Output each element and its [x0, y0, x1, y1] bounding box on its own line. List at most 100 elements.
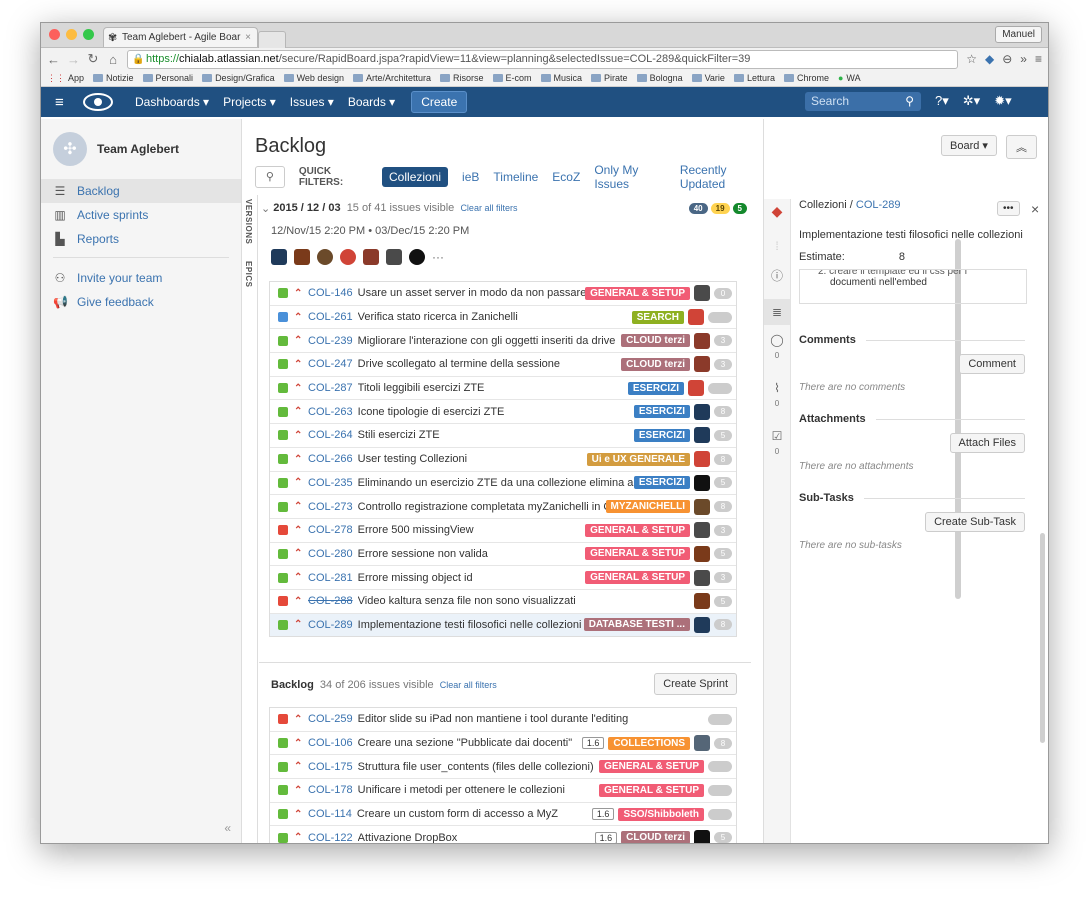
assignee-avatar[interactable] — [694, 332, 710, 349]
assignee-avatar[interactable] — [694, 829, 710, 843]
issue-row[interactable]: ⌃ COL-263 Icone tipologie di esercizi ZTE E… — [270, 400, 736, 425]
issue-row[interactable]: ⌃ COL-281 Errore missing object id GENERAL … — [270, 566, 736, 590]
epic-label[interactable]: SEARCH — [631, 310, 684, 324]
drag-handle-icon[interactable]: ⁞ — [764, 239, 790, 253]
detail-scrollbar[interactable] — [1040, 533, 1045, 743]
description-box[interactable]: 2. creare il template ed il css per i do… — [799, 269, 1027, 304]
epic-label[interactable]: ESERCIZI — [627, 381, 684, 395]
issue-key[interactable]: COL-264 — [308, 429, 353, 441]
bookmark-item[interactable]: Pirate — [591, 73, 628, 83]
avatar[interactable] — [386, 249, 402, 265]
info-icon[interactable]: ⓘ — [764, 267, 790, 284]
search-input[interactable]: Search ⚲ — [805, 92, 921, 111]
issue-row[interactable]: ⌃ COL-259 Editor slide su iPad non mantien… — [270, 708, 736, 732]
close-window-icon[interactable] — [49, 29, 60, 40]
tab-versions[interactable]: VERSIONS — [244, 199, 253, 244]
estimate-value[interactable]: 8 — [899, 251, 905, 263]
filter-timeline[interactable]: Timeline — [493, 170, 538, 184]
epic-label[interactable]: GENERAL & SETUP — [585, 547, 690, 561]
avatar[interactable] — [363, 249, 379, 265]
issue-key[interactable]: COL-259 — [308, 713, 353, 725]
app-switcher-icon[interactable]: ≡ — [55, 94, 67, 111]
epic-label[interactable]: MYZANICHELLI — [605, 500, 690, 514]
avatar[interactable] — [317, 249, 333, 265]
minimize-window-icon[interactable] — [66, 29, 77, 40]
epic-label[interactable]: COLLECTIONS — [608, 736, 690, 750]
issue-row[interactable]: ⌃ COL-175 Struttura file user_contents (fi… — [270, 755, 736, 780]
issue-row[interactable]: ⌃ COL-239 Migliorare l'interazione con gli… — [270, 329, 736, 354]
epic-label[interactable]: Ui e UX GENERALE — [586, 452, 690, 466]
epic-label[interactable]: ESERCIZI — [633, 428, 690, 442]
create-sprint-button[interactable]: Create Sprint — [654, 673, 737, 695]
description-icon[interactable]: ≣ — [764, 299, 790, 325]
assignee-avatar[interactable] — [694, 356, 710, 373]
assignee-avatar[interactable] — [694, 498, 710, 515]
assignee-avatar[interactable] — [694, 427, 710, 444]
extension-icon[interactable]: ◆ — [985, 52, 994, 66]
issue-key[interactable]: COL-261 — [308, 311, 353, 323]
assignee-avatar[interactable] — [694, 451, 710, 468]
attachment-icon[interactable]: ⌇ — [764, 381, 790, 395]
comment-button[interactable]: Comment — [959, 354, 1025, 374]
clear-filters-link[interactable]: Clear all filters — [440, 680, 497, 690]
issue-row[interactable]: ⌃ COL-264 Stili esercizi ZTE ESERCIZI 5 — [270, 424, 736, 448]
issue-row[interactable]: ⌃ COL-266 User testing Collezioni Ui e UX G… — [270, 447, 736, 472]
bookmark-star-icon[interactable]: ☆ — [966, 52, 977, 66]
issue-key[interactable]: COL-146 — [308, 287, 353, 299]
issue-summary[interactable]: Implementazione testi filosofici nelle c… — [799, 229, 1025, 241]
extension-icon[interactable]: ⊖ — [1002, 52, 1012, 66]
issue-key[interactable]: COL-280 — [308, 548, 353, 560]
assignee-avatar[interactable] — [694, 522, 710, 539]
issue-key[interactable]: COL-106 — [308, 737, 353, 749]
expand-chevron-icon[interactable]: ⌄ — [261, 202, 273, 215]
epic-label[interactable]: CLOUD terzi — [621, 357, 690, 371]
issue-key[interactable]: COL-288 — [308, 595, 353, 607]
filter-ieb[interactable]: ieB — [462, 170, 479, 184]
epic-label[interactable]: GENERAL & SETUP — [585, 523, 690, 537]
tab-epics[interactable]: EPICS — [244, 261, 253, 288]
menu-boards[interactable]: Boards ▾ — [348, 95, 395, 109]
more-actions-button[interactable]: ••• — [997, 201, 1020, 216]
assignee-avatar[interactable] — [694, 403, 710, 420]
subtask-icon[interactable]: ☑ — [764, 429, 790, 443]
browser-user-button[interactable]: Manuel — [995, 26, 1042, 43]
sidebar-item-reports[interactable]: ▙ Reports — [41, 227, 241, 251]
issue-row[interactable]: ⌃ COL-280 Errore sessione non valida GENERA… — [270, 542, 736, 567]
issue-row[interactable]: ⌃ COL-114 Creare un custom form di accesso… — [270, 802, 736, 827]
filter-ecoz[interactable]: EcoZ — [552, 170, 580, 184]
filter-recently-updated[interactable]: Recently Updated — [680, 163, 763, 191]
bookmark-item[interactable]: ● WA — [838, 73, 861, 83]
sprint-header[interactable]: ⌄ 2015 / 12 / 03 15 of 41 issues visible… — [259, 197, 751, 219]
issue-key[interactable]: COL-122 — [308, 832, 353, 843]
bookmark-item[interactable]: Varie — [691, 73, 725, 83]
filter-search-icon[interactable]: ⚲ — [255, 166, 285, 188]
assignee-avatar[interactable] — [694, 545, 710, 562]
issue-key[interactable]: COL-263 — [308, 406, 353, 418]
bookmark-item[interactable]: Chrome — [783, 73, 829, 83]
issue-row[interactable]: ⌃ COL-122 Attivazione DropBox 1.6 CLOUD terz… — [270, 826, 736, 843]
bookmark-item[interactable]: Design/Grafica — [202, 73, 275, 83]
assignee-avatar[interactable] — [688, 309, 704, 326]
project-icon[interactable]: ◆ — [764, 203, 790, 220]
bookmark-item[interactable]: ⋮⋮ App — [47, 73, 84, 84]
sidebar-item-active-sprints[interactable]: ▥ Active sprints — [41, 203, 241, 227]
team-avatar[interactable]: ✣ — [53, 132, 87, 166]
user-avatar[interactable]: ✹▾ — [994, 93, 1011, 109]
issue-key[interactable]: COL-235 — [308, 477, 353, 489]
assignee-avatar[interactable] — [694, 285, 710, 302]
collapse-icon[interactable]: ︽ — [1006, 135, 1037, 159]
reload-icon[interactable]: ↻ — [87, 51, 99, 67]
epic-label[interactable]: SSO/Shibboleth — [618, 807, 704, 821]
collapse-sidebar-icon[interactable]: « — [224, 821, 231, 835]
sidebar-item-backlog[interactable]: ☰ Backlog — [41, 179, 241, 203]
assignee-avatar[interactable] — [694, 474, 710, 491]
forward-icon[interactable]: → — [67, 52, 80, 67]
assignee-avatar[interactable] — [694, 616, 710, 633]
filter-only-my-issues[interactable]: Only My Issues — [594, 163, 666, 191]
avatar[interactable] — [294, 249, 310, 265]
menu-projects[interactable]: Projects ▾ — [223, 95, 276, 109]
issue-key[interactable]: COL-266 — [308, 453, 353, 465]
overflow-icon[interactable]: » — [1020, 52, 1027, 66]
epic-label[interactable]: ESERCIZI — [633, 476, 690, 490]
issue-key[interactable]: COL-239 — [308, 335, 353, 347]
